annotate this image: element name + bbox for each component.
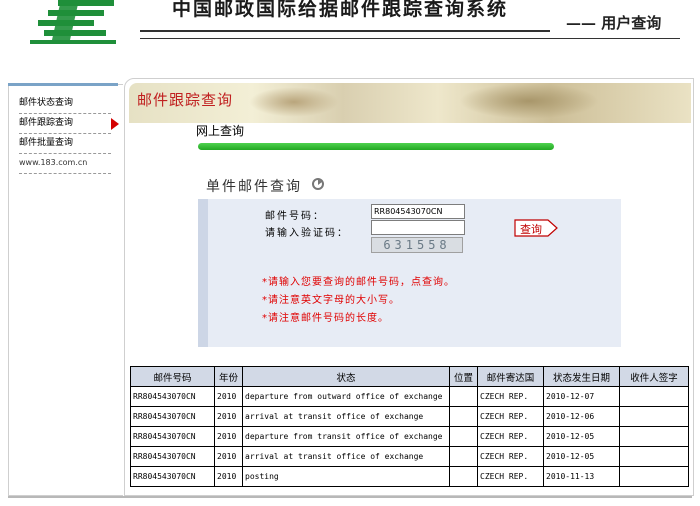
column-header: 位置 [449, 366, 478, 387]
cell-destination: CZECH REP. [477, 466, 544, 487]
cell-destination: CZECH REP. [477, 446, 544, 467]
cell-destination: CZECH REP. [477, 426, 544, 447]
query-button-label: 查询 [520, 223, 542, 236]
sidebar-item-tracking-query[interactable]: 邮件跟踪查询 [19, 113, 111, 134]
cell-date: 2010-12-05 [543, 426, 620, 447]
query-note: *请输入您要查询的邮件号码，点查询。 [262, 277, 455, 288]
cell-year: 2010 [214, 446, 243, 467]
column-header: 年份 [214, 366, 243, 387]
query-button[interactable]: 查询 [514, 219, 558, 237]
cell-status: arrival at transit office of exchange [242, 406, 450, 427]
table-row: RR804543070CN 2010 departure from outwar… [130, 386, 689, 407]
green-divider-bar [198, 143, 554, 150]
mail-number-input[interactable] [371, 204, 465, 219]
sidebar-item-status-query[interactable]: 邮件状态查询 [19, 93, 111, 114]
column-header: 邮件号码 [130, 366, 215, 387]
site-title: 中国邮政国际给据邮件跟踪查询系统 [172, 0, 509, 20]
banner-art [249, 87, 339, 117]
cell-destination: CZECH REP. [477, 386, 544, 407]
verify-code-label: 请输入验证码： [265, 228, 349, 239]
user-query-label: —— 用户查询 [566, 14, 662, 32]
column-header: 状态 [242, 366, 450, 387]
cell-location [449, 426, 478, 447]
table-row: RR804543070CN 2010 posting CZECH REP. 20… [130, 466, 689, 487]
cell-signature [619, 466, 689, 487]
column-header: 收件人签字 [619, 366, 689, 387]
mail-number-label: 邮件号码： [265, 211, 325, 222]
banner: 邮件跟踪查询 [129, 83, 691, 123]
cell-mail-number: RR804543070CN [130, 386, 215, 407]
cell-year: 2010 [214, 466, 243, 487]
sidebar-top-accent [8, 83, 118, 86]
header-divider-thin [140, 38, 680, 39]
query-note: *请注意英文字母的大小写。 [262, 295, 400, 306]
table-header-row: 邮件号码 年份 状态 位置 邮件寄达国 状态发生日期 收件人签字 [130, 366, 689, 387]
cell-location [449, 386, 478, 407]
query-note: *请注意邮件号码的长度。 [262, 313, 389, 324]
table-row: RR804543070CN 2010 departure from transi… [130, 426, 689, 447]
column-header: 状态发生日期 [543, 366, 620, 387]
cell-location [449, 446, 478, 467]
sidebar-item-website-link[interactable]: www.183.com.cn [19, 153, 111, 174]
cell-status: posting [242, 466, 450, 487]
cell-signature [619, 426, 689, 447]
red-triangle-icon [111, 118, 119, 130]
verify-code-input[interactable] [371, 220, 465, 235]
sidebar-item-batch-query[interactable]: 邮件批量查询 [19, 133, 111, 154]
cell-date: 2010-12-07 [543, 386, 620, 407]
cell-mail-number: RR804543070CN [130, 406, 215, 427]
cell-status: arrival at transit office of exchange [242, 446, 450, 467]
cell-mail-number: RR804543070CN [130, 466, 215, 487]
cell-signature [619, 386, 689, 407]
cell-mail-number: RR804543070CN [130, 426, 215, 447]
online-query-label: 网上查询 [196, 124, 245, 138]
china-post-logo-icon [30, 0, 116, 44]
banner-art [459, 83, 599, 119]
single-query-title: 单件邮件查询 [206, 179, 302, 195]
header-divider [140, 30, 550, 32]
cell-date: 2010-12-06 [543, 406, 620, 427]
results-table: 邮件号码 年份 状态 位置 邮件寄达国 状态发生日期 收件人签字 RR80454… [130, 366, 689, 487]
cell-destination: CZECH REP. [477, 406, 544, 427]
table-row: RR804543070CN 2010 arrival at transit of… [130, 406, 689, 427]
table-row: RR804543070CN 2010 arrival at transit of… [130, 446, 689, 467]
cell-location [449, 406, 478, 427]
cell-year: 2010 [214, 426, 243, 447]
sidebar: 邮件状态查询 邮件跟踪查询 邮件批量查询 www.183.com.cn [8, 83, 123, 496]
cell-date: 2010-12-05 [543, 446, 620, 467]
circular-arrow-icon [312, 178, 324, 190]
cell-signature [619, 406, 689, 427]
banner-title: 邮件跟踪查询 [137, 91, 234, 109]
cell-mail-number: RR804543070CN [130, 446, 215, 467]
cell-year: 2010 [214, 386, 243, 407]
query-form-edge [198, 199, 208, 347]
cell-signature [619, 446, 689, 467]
cell-status: departure from transit office of exchang… [242, 426, 450, 447]
column-header: 邮件寄达国 [477, 366, 544, 387]
cell-status: departure from outward office of exchang… [242, 386, 450, 407]
cell-date: 2010-11-13 [543, 466, 620, 487]
cell-location [449, 466, 478, 487]
captcha-image: 631558 [371, 237, 463, 253]
cell-year: 2010 [214, 406, 243, 427]
footer-divider [8, 496, 692, 498]
